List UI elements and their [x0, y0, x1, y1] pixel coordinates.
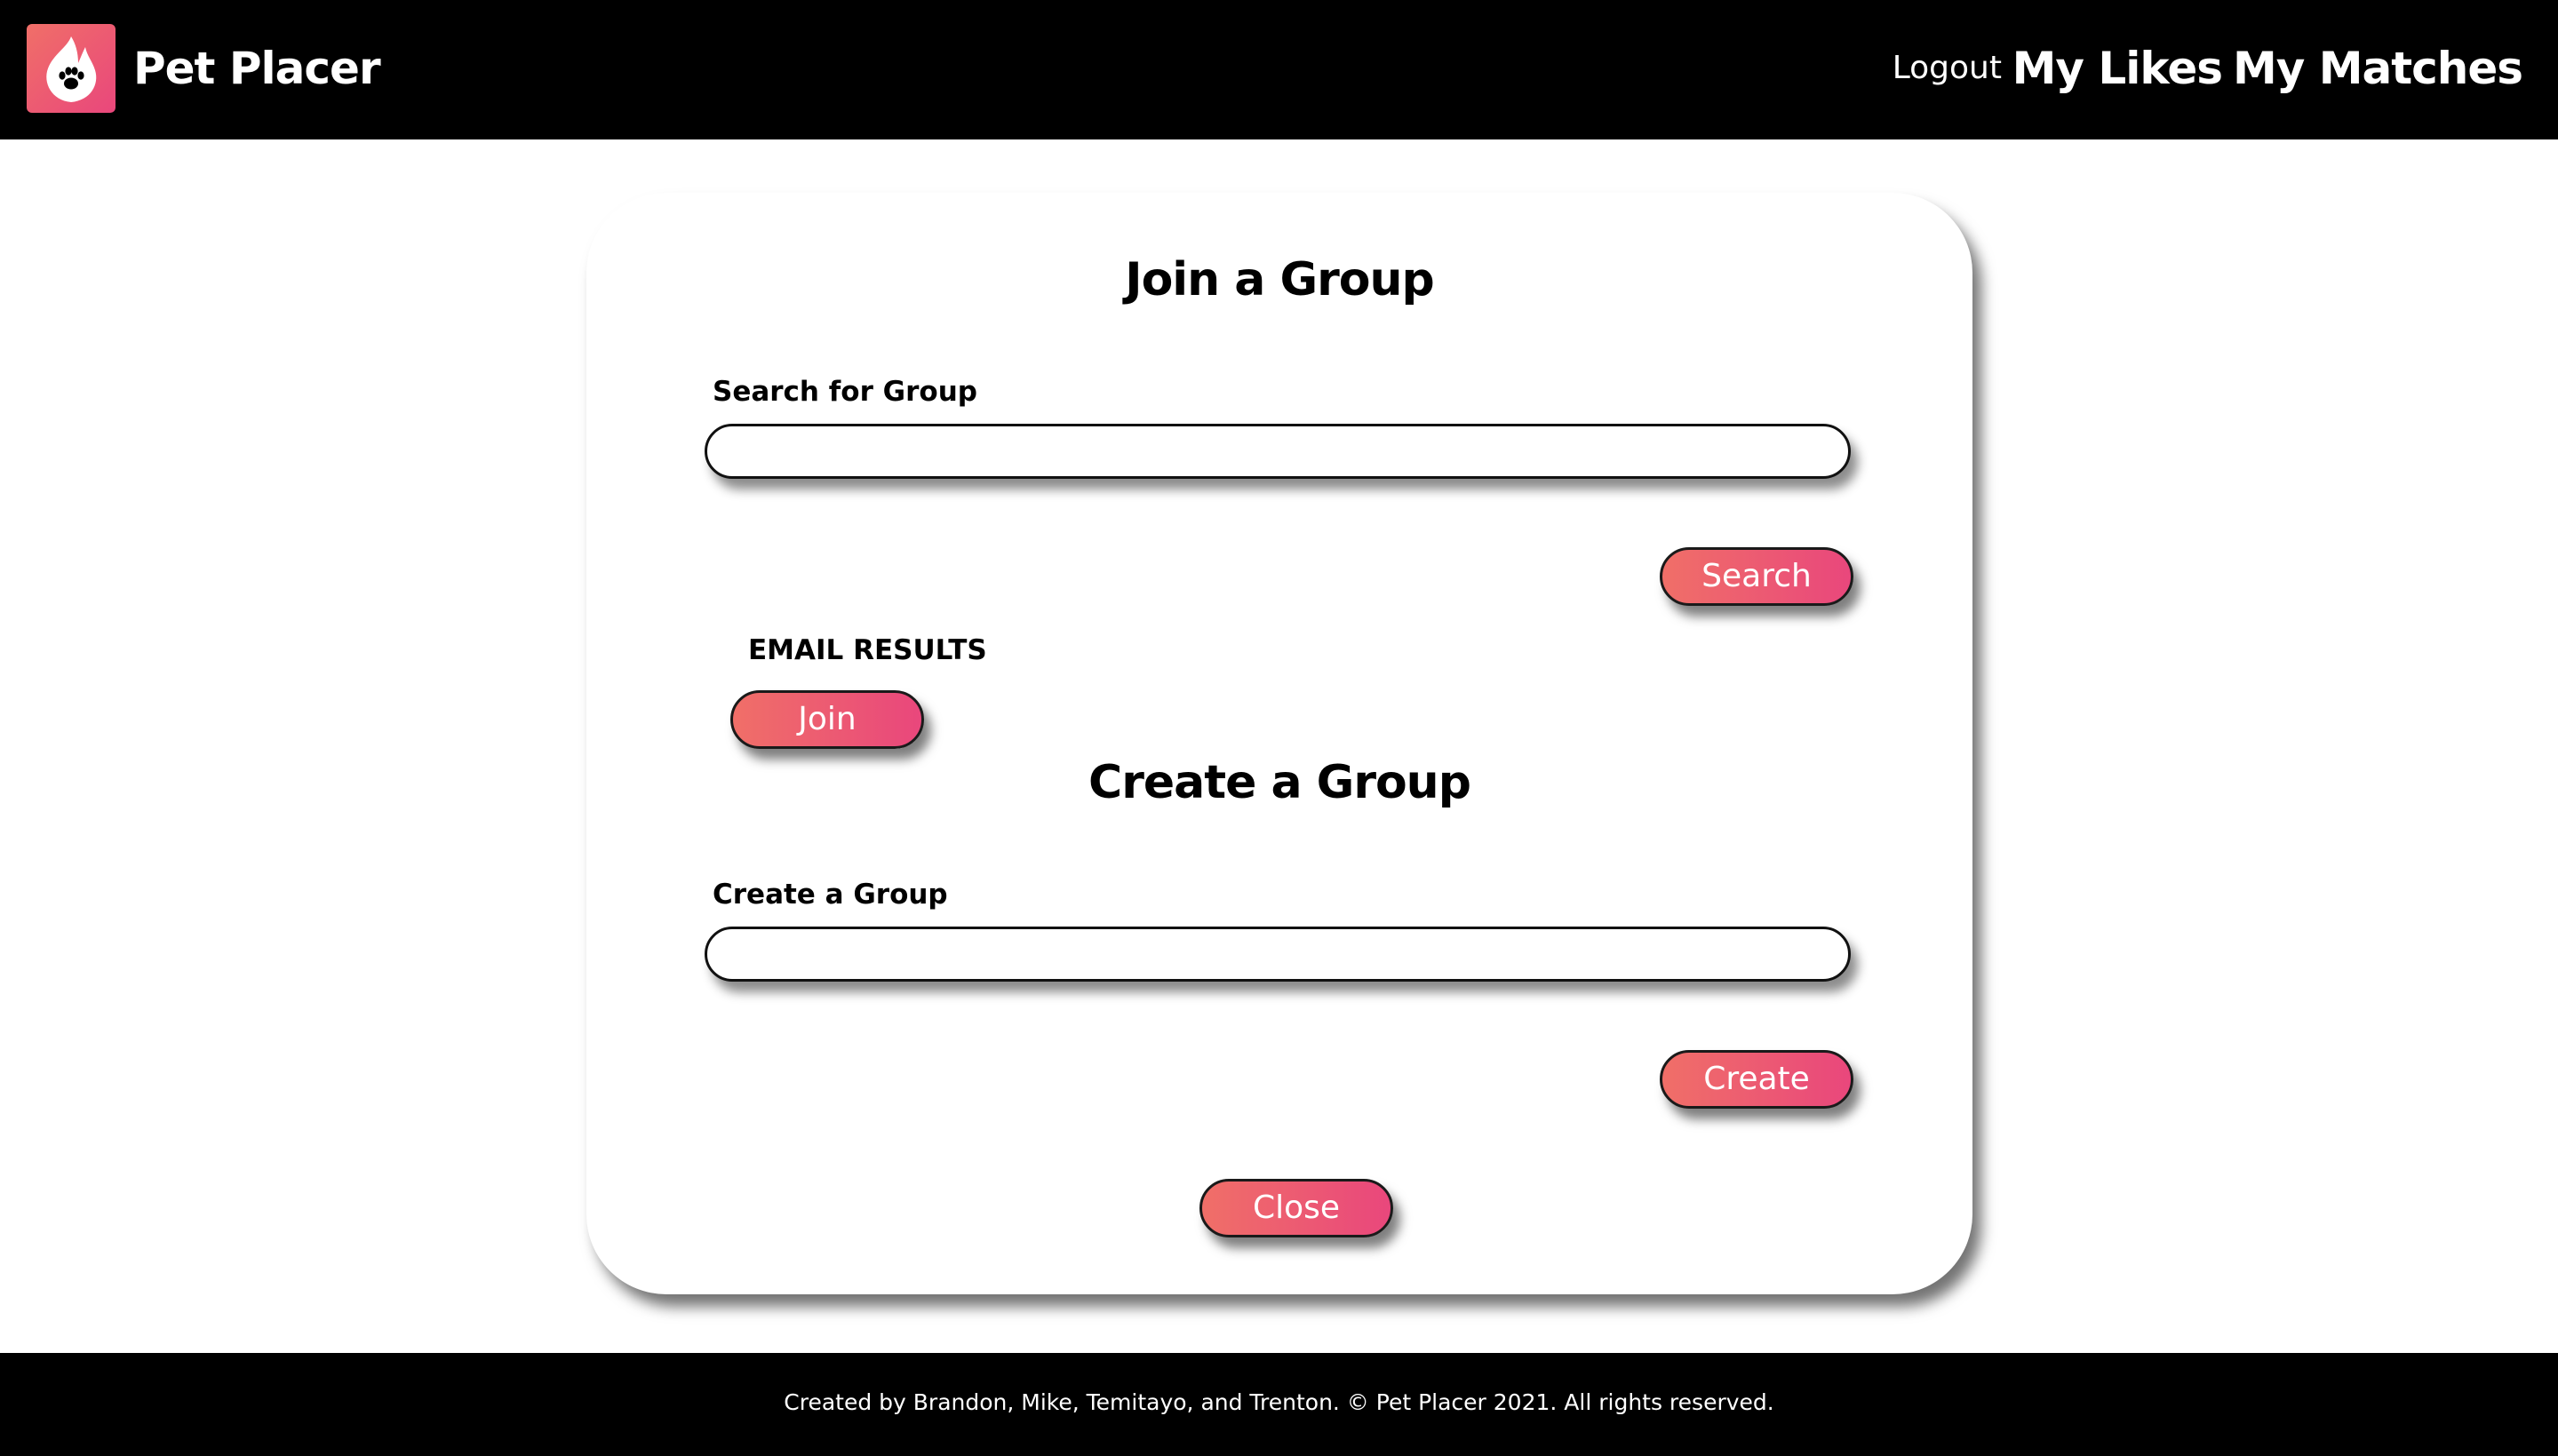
- create-group-label: Create a Group: [713, 879, 948, 911]
- footer: Created by Brandon, Mike, Temitayo, and …: [0, 1353, 2558, 1456]
- join-group-title: Join a Group: [1125, 253, 1435, 306]
- logout-link[interactable]: Logout: [1893, 46, 2002, 91]
- search-group-input[interactable]: [705, 424, 1851, 479]
- close-button[interactable]: Close: [1199, 1179, 1393, 1237]
- footer-copyright: Created by Brandon, Mike, Temitayo, and …: [784, 1389, 1774, 1415]
- search-group-label: Search for Group: [713, 376, 977, 408]
- create-button[interactable]: Create: [1660, 1050, 1853, 1109]
- app-logo[interactable]: [27, 24, 116, 113]
- email-results-label: EMAIL RESULTS: [748, 634, 987, 666]
- top-navbar: Pet Placer Logout My Likes My Matches: [0, 0, 2558, 139]
- flame-paw-icon: [46, 36, 97, 102]
- create-group-input[interactable]: [705, 927, 1851, 982]
- search-button[interactable]: Search: [1660, 547, 1853, 606]
- create-group-title: Create a Group: [1088, 756, 1471, 809]
- my-matches-link[interactable]: My Matches: [2233, 37, 2523, 99]
- join-button[interactable]: Join: [730, 690, 924, 749]
- brand-title[interactable]: Pet Placer: [133, 37, 381, 99]
- my-likes-link[interactable]: My Likes: [2012, 37, 2223, 99]
- group-modal: Join a Group Search for Group Search EMA…: [586, 193, 1972, 1294]
